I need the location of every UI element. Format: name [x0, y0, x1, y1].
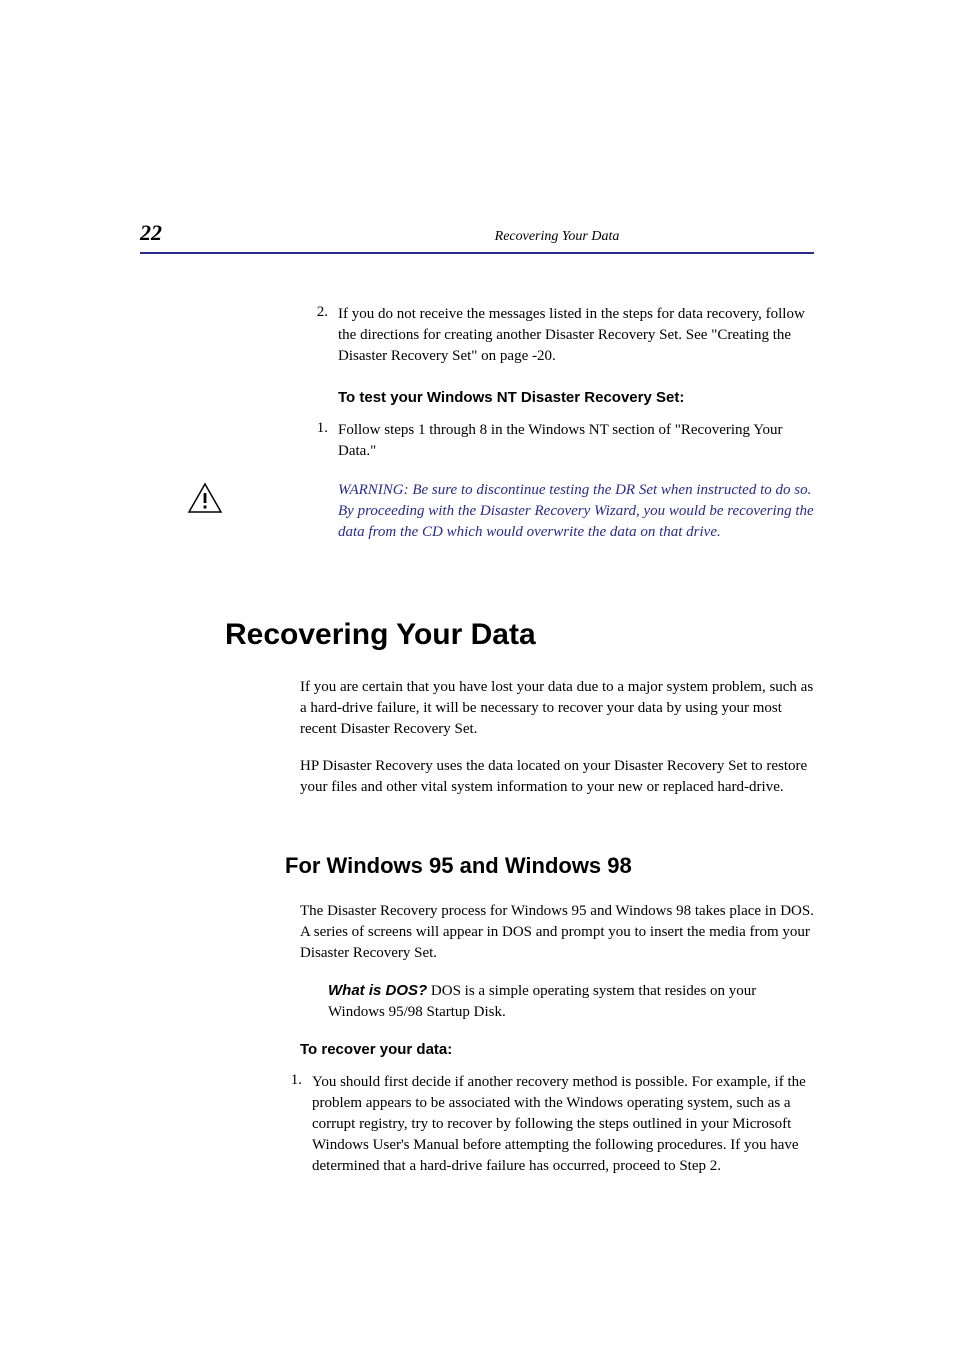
dos-callout: What is DOS? DOS is a simple operating s… [328, 980, 804, 1023]
subsection-heading-nt: To test your Windows NT Disaster Recover… [338, 389, 814, 406]
content-area: 2. If you do not receive the messages li… [300, 304, 814, 1177]
body-paragraph: If you are certain that you have lost yo… [300, 677, 814, 740]
body-paragraph: The Disaster Recovery process for Window… [300, 901, 814, 964]
warning-block: WARNING: Be sure to discontinue testing … [180, 480, 814, 543]
list-item: 1. Follow steps 1 through 8 in the Windo… [300, 420, 814, 462]
header-running-title: Recovering Your Data [300, 229, 814, 245]
list-text: Follow steps 1 through 8 in the Windows … [338, 420, 814, 462]
page-number: 22 [140, 220, 300, 246]
subsection-heading-win95-98: For Windows 95 and Windows 98 [285, 853, 814, 879]
subsection-heading-recover: To recover your data: [300, 1041, 814, 1058]
page-content: 22 Recovering Your Data 2. If you do not… [0, 0, 954, 1177]
list-item: 1. You should first decide if another re… [282, 1072, 814, 1177]
list-text: You should first decide if another recov… [312, 1072, 814, 1177]
warning-text: WARNING: Be sure to discontinue testing … [338, 480, 814, 543]
list-text: If you do not receive the messages liste… [338, 304, 814, 367]
callout-lead: What is DOS? [328, 982, 427, 999]
body-paragraph: HP Disaster Recovery uses the data locat… [300, 756, 814, 798]
list-number: 2. [300, 304, 338, 367]
list-item: 2. If you do not receive the messages li… [300, 304, 814, 367]
warning-icon [180, 480, 230, 514]
section-heading-recovering: Recovering Your Data [225, 618, 814, 652]
list-number: 1. [300, 420, 338, 462]
page-header: 22 Recovering Your Data [140, 220, 814, 254]
list-number: 1. [282, 1072, 312, 1177]
